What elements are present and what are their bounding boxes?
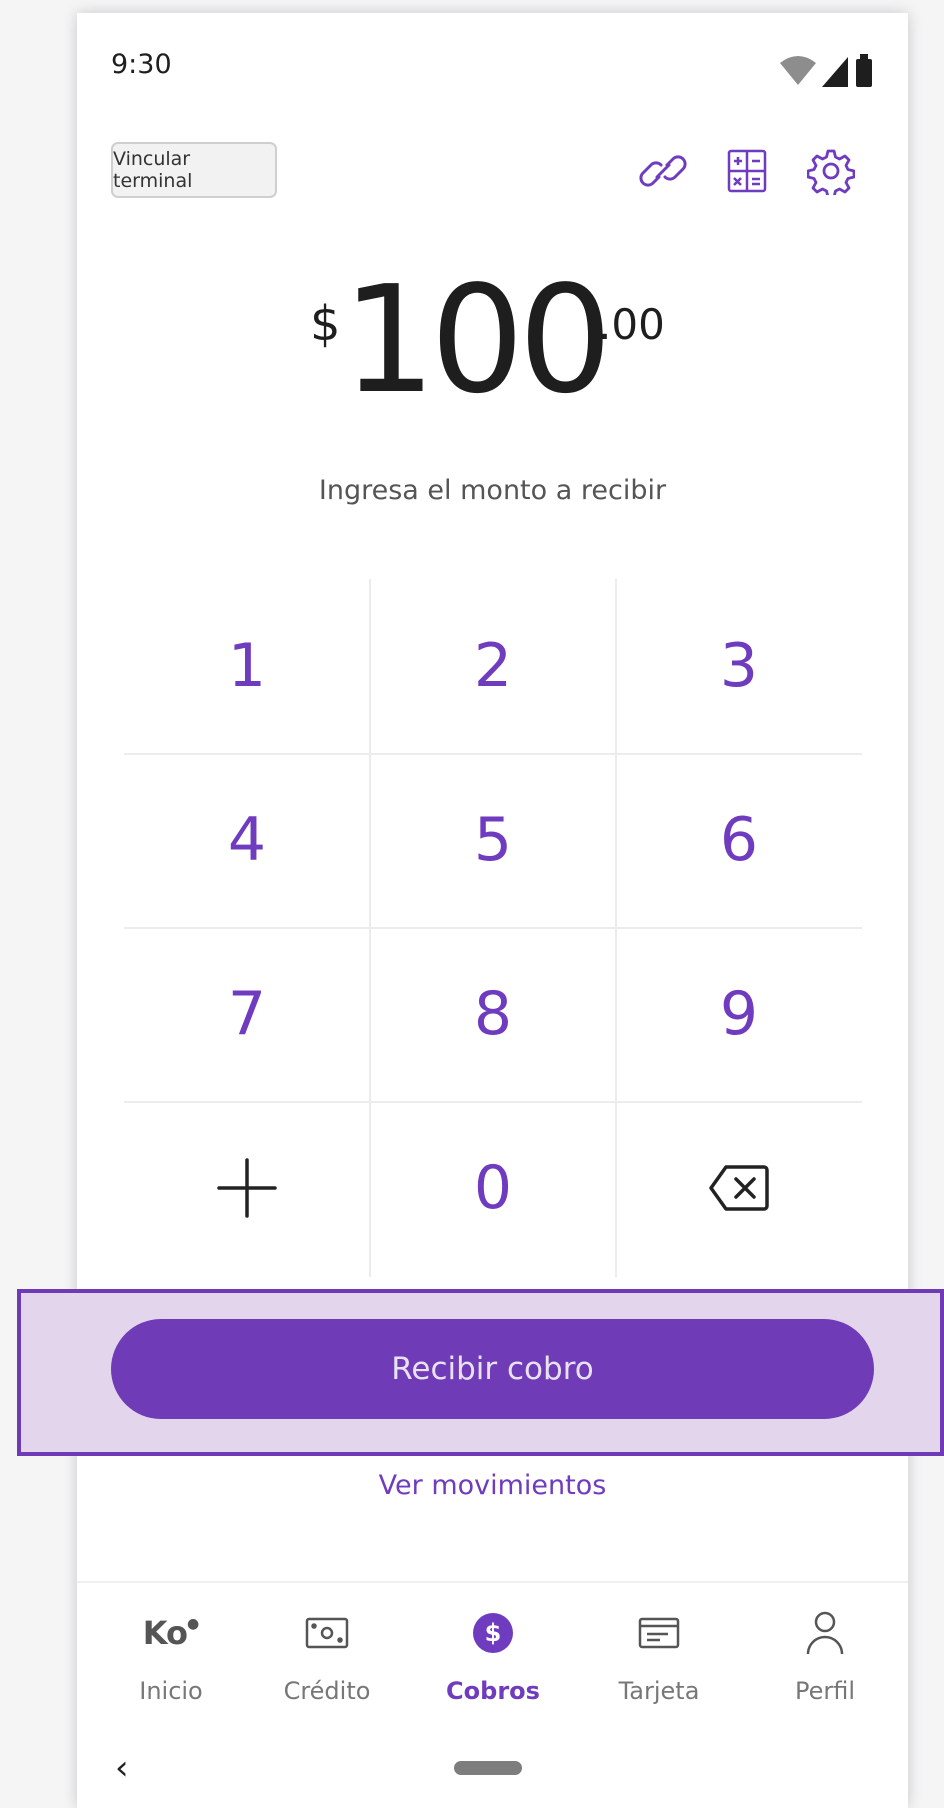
link-icon[interactable] bbox=[639, 147, 687, 195]
key-7[interactable]: 7 bbox=[124, 927, 370, 1101]
numeric-keypad: 1 2 3 4 5 6 7 8 9 0 bbox=[124, 579, 862, 1277]
amount-display: $ 100 .00 bbox=[77, 266, 908, 428]
ko-logo-icon: Ko ● bbox=[142, 1614, 200, 1652]
nav-item-perfil[interactable]: Perfil bbox=[755, 1605, 895, 1705]
amount-hint: Ingresa el monto a recibir bbox=[318, 475, 667, 506]
dollar-icon: $ bbox=[423, 1605, 563, 1661]
amount-integer: 100 bbox=[342, 254, 612, 426]
recibir-cobro-button[interactable]: Recibir cobro bbox=[111, 1319, 874, 1419]
key-0[interactable]: 0 bbox=[370, 1101, 616, 1275]
vincular-terminal-button[interactable]: Vincular terminal bbox=[111, 142, 277, 198]
nav-divider bbox=[77, 1581, 908, 1583]
cash-icon bbox=[257, 1605, 397, 1661]
key-4[interactable]: 4 bbox=[124, 753, 370, 927]
card-icon bbox=[589, 1605, 729, 1661]
battery-icon bbox=[856, 59, 872, 87]
status-icons bbox=[778, 51, 878, 89]
signal-icon bbox=[822, 57, 848, 87]
key-3[interactable]: 3 bbox=[616, 579, 862, 753]
status-time: 9:30 bbox=[111, 49, 172, 80]
system-back-button[interactable]: ‹ bbox=[115, 1748, 129, 1788]
key-backspace[interactable] bbox=[616, 1101, 862, 1275]
key-plus[interactable] bbox=[124, 1101, 370, 1275]
nav-label-tarjeta: Tarjeta bbox=[618, 1677, 700, 1705]
nav-label-credito: Crédito bbox=[283, 1677, 371, 1705]
key-8[interactable]: 8 bbox=[370, 927, 616, 1101]
nav-label-cobros: Cobros bbox=[446, 1677, 540, 1705]
nav-item-credito[interactable]: Crédito bbox=[257, 1605, 397, 1705]
phone-screen: 9:30 Vincular terminal $ 100 .00 Ingresa… bbox=[77, 13, 908, 1808]
key-9[interactable]: 9 bbox=[616, 927, 862, 1101]
nav-item-tarjeta[interactable]: Tarjeta bbox=[589, 1605, 729, 1705]
home-indicator[interactable] bbox=[454, 1761, 522, 1775]
ver-movimientos-link[interactable]: Ver movimientos bbox=[77, 1470, 908, 1501]
wifi-icon bbox=[780, 56, 816, 85]
calculator-icon[interactable] bbox=[723, 147, 771, 195]
key-5[interactable]: 5 bbox=[370, 753, 616, 927]
nav-item-inicio[interactable]: Ko ● Inicio bbox=[101, 1605, 241, 1705]
key-1[interactable]: 1 bbox=[124, 579, 370, 753]
nav-label-perfil: Perfil bbox=[794, 1677, 856, 1705]
nav-item-cobros[interactable]: $ Cobros bbox=[423, 1605, 563, 1705]
key-2[interactable]: 2 bbox=[370, 579, 616, 753]
settings-gear-icon[interactable] bbox=[806, 147, 856, 199]
plus-icon bbox=[217, 1158, 277, 1218]
user-icon bbox=[755, 1605, 895, 1661]
key-6[interactable]: 6 bbox=[616, 753, 862, 927]
amount-decimals: .00 bbox=[598, 300, 665, 349]
currency-symbol: $ bbox=[310, 296, 341, 352]
nav-label-inicio: Inicio bbox=[139, 1677, 203, 1705]
backspace-icon bbox=[709, 1165, 769, 1211]
